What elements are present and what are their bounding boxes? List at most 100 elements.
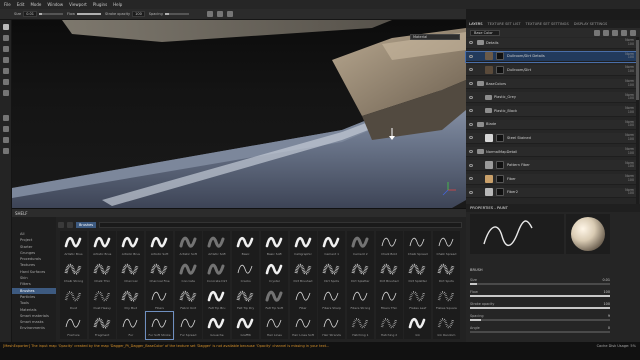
- property-slider-track[interactable]: [470, 331, 610, 333]
- menu-item-help[interactable]: Help: [113, 2, 122, 7]
- layer-row[interactable]: NormalMapDetail Norm 100: [466, 146, 636, 158]
- visibility-eye-icon[interactable]: [469, 41, 473, 45]
- brush-item[interactable]: Artistic Soft: [146, 231, 174, 258]
- brush-item[interactable]: Felt Tip Soft: [260, 285, 288, 312]
- smudge-icon[interactable]: [2, 68, 9, 74]
- visibility-eye-icon[interactable]: [469, 163, 473, 167]
- brush-item[interactable]: Fibers Strong: [346, 285, 374, 312]
- property-size[interactable]: Size 0.01: [470, 278, 610, 286]
- brush-item[interactable]: Artistic Soft: [174, 231, 202, 258]
- delete-layer-icon[interactable]: [630, 29, 636, 36]
- stroke-opacity-value[interactable]: 100: [132, 11, 145, 17]
- visibility-eye-icon[interactable]: [469, 82, 473, 86]
- brush-item[interactable]: Flakes Leaf: [404, 285, 432, 312]
- brush-item[interactable]: Flakes Square: [432, 285, 460, 312]
- layer-row[interactable]: Dullroom/Dirt Norm 100: [466, 65, 636, 76]
- shelf-filter-icon[interactable]: [58, 221, 64, 228]
- shelf-category-environments[interactable]: Environments: [12, 325, 56, 331]
- brush-item[interactable]: Chalk Bold: [375, 231, 403, 258]
- brush-item[interactable]: Cement 2: [346, 231, 374, 258]
- menu-item-edit[interactable]: Edit: [17, 2, 25, 7]
- brush-item[interactable]: Felt Tip Bru: [203, 285, 231, 312]
- stroke-opacity-option[interactable]: Stroke opacity 100: [105, 11, 145, 17]
- visibility-eye-icon[interactable]: [469, 150, 473, 154]
- layer-blend-mode[interactable]: Norm 100: [625, 79, 634, 87]
- log-icon[interactable]: [2, 148, 9, 154]
- visibility-eye-icon[interactable]: [469, 54, 473, 58]
- brush-item[interactable]: Hair Lines: [260, 312, 288, 339]
- brush-item[interactable]: Hair Lines Soft: [289, 312, 317, 339]
- menu-item-viewport[interactable]: Viewport: [69, 2, 87, 7]
- brush-item[interactable]: Dirt Spots: [318, 258, 346, 285]
- add-fill-layer-icon[interactable]: [594, 29, 600, 36]
- layer-row[interactable]: Plastic_Black Norm 100: [466, 106, 636, 117]
- viewport-3d[interactable]: Material: [12, 20, 466, 208]
- layer-blend-mode[interactable]: Norm 100: [625, 147, 634, 155]
- layer-blend-mode[interactable]: Norm 100: [625, 106, 634, 114]
- layer-row[interactable]: Steel Stained Norm 100: [466, 133, 636, 144]
- symmetry-icon[interactable]: [206, 11, 213, 17]
- size-option[interactable]: Size 0.01: [14, 11, 63, 17]
- property-angle[interactable]: Angle 0: [470, 326, 610, 334]
- projection-icon[interactable]: [2, 46, 9, 52]
- brush-item[interactable]: Ink Random: [432, 312, 460, 339]
- flow-slider[interactable]: [76, 13, 101, 15]
- brush-item[interactable]: Basic: [232, 231, 260, 258]
- layers-scroll-thumb[interactable]: [636, 40, 639, 100]
- status-message[interactable]: [MeshExporter] The input map 'Opacity' c…: [3, 344, 403, 348]
- brush-item[interactable]: Dirt Splatter: [404, 258, 432, 285]
- visibility-eye-icon[interactable]: [469, 109, 473, 113]
- property-value[interactable]: 9: [608, 314, 610, 318]
- layer-row[interactable]: Fiber2 Norm 100: [466, 187, 636, 199]
- brush-item[interactable]: Hair Strands: [318, 312, 346, 339]
- brush-item[interactable]: Fibers Thin: [375, 285, 403, 312]
- layer-blend-mode[interactable]: Norm 100: [625, 134, 634, 141]
- brush-item[interactable]: Charcoal: [117, 258, 145, 285]
- tab-layers[interactable]: LAYERS: [469, 22, 483, 26]
- eraser-icon[interactable]: [2, 35, 9, 41]
- brush-item[interactable]: Hatching 1: [346, 312, 374, 339]
- property-spacing[interactable]: Spacing 9: [470, 314, 610, 322]
- menu-item-window[interactable]: Window: [47, 2, 63, 7]
- layer-blend-mode[interactable]: Norm 100: [625, 188, 634, 196]
- layer-blend-mode[interactable]: Norm 100: [625, 120, 634, 128]
- layer-blend-mode[interactable]: Norm 100: [625, 52, 634, 60]
- brush-item[interactable]: Ink: [404, 312, 432, 339]
- menu-item-mode[interactable]: Mode: [30, 2, 41, 7]
- viewport-mode-select[interactable]: Material: [410, 34, 460, 40]
- brush-item[interactable]: Fiber: [289, 285, 317, 312]
- layer-blend-mode[interactable]: Norm 100: [625, 161, 634, 169]
- spacing-slider[interactable]: [164, 13, 189, 15]
- layer-row[interactable]: Dullroom/Dirt Details Norm 100: [465, 50, 637, 64]
- menu-item-plugins[interactable]: Plugins: [93, 2, 107, 7]
- flow-option[interactable]: Flow: [67, 12, 101, 16]
- add-mask-icon[interactable]: [612, 29, 618, 36]
- brush-item[interactable]: Felt Tip Dry: [232, 285, 260, 312]
- brush-item[interactable]: Fur Soft Stroke: [145, 311, 175, 340]
- visibility-eye-icon[interactable]: [469, 190, 473, 194]
- brush-item[interactable]: Concrete: [174, 258, 202, 285]
- brush-item[interactable]: Artistic Soft: [203, 231, 231, 258]
- property-flow[interactable]: Flow 100: [470, 290, 610, 298]
- brush-item[interactable]: Graffiti: [232, 312, 260, 339]
- clone-icon[interactable]: [2, 79, 9, 85]
- property-slider-track[interactable]: [470, 319, 610, 321]
- brush-item[interactable]: Artistic Brus: [60, 231, 87, 258]
- camera-icon[interactable]: [226, 11, 233, 17]
- size-slider[interactable]: [38, 13, 63, 15]
- property-value[interactable]: 100: [604, 290, 610, 294]
- property-value[interactable]: 0.01: [602, 278, 610, 282]
- brush-item[interactable]: Dirt Brushed: [289, 258, 317, 285]
- layer-row[interactable]: Blade Norm 100: [466, 119, 636, 131]
- shelf-search-input[interactable]: [99, 221, 462, 228]
- visibility-eye-icon[interactable]: [469, 122, 473, 126]
- layer-row[interactable]: Pattern Fiber Norm 100: [466, 160, 636, 171]
- brush-item[interactable]: Dry Mud: [117, 285, 145, 312]
- tab-display-settings[interactable]: DISPLAY SETTINGS: [574, 22, 608, 26]
- visibility-eye-icon[interactable]: [469, 95, 473, 99]
- property-stroke-opacity[interactable]: Stroke opacity 100: [470, 302, 610, 310]
- size-value[interactable]: 0.01: [23, 11, 37, 17]
- brush-item[interactable]: Cracks: [232, 258, 260, 285]
- channel-select[interactable]: Base Color: [470, 29, 500, 36]
- brush-item[interactable]: Fabric Knit: [174, 285, 202, 312]
